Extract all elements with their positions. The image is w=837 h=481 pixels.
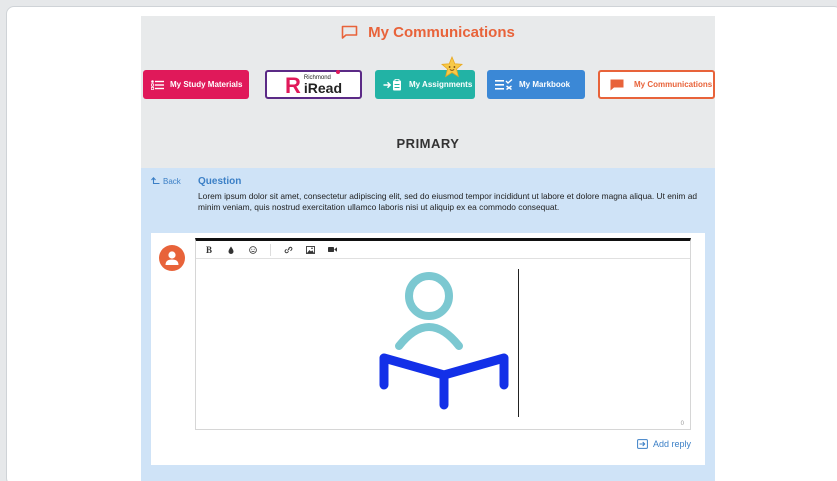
nav-study-materials-button[interactable]: My Study Materials [143,70,249,99]
drop-icon [228,246,234,254]
iread-name: iRead [303,79,342,96]
nav-markbook-label: My Markbook [519,80,571,89]
video-icon [327,247,337,252]
page-title: My Communications [368,23,515,41]
nav-iread-button[interactable]: R Richmond iRead [265,70,362,99]
checklist-icon [495,79,513,90]
link-button[interactable] [283,246,293,254]
editor-content[interactable] [196,259,690,429]
user-icon [165,251,179,265]
iread-logo: R Richmond iRead [284,72,342,98]
question-text: Lorem ipsum dolor sit amet, consectetur … [198,191,698,212]
arrow-clipboard-icon [383,78,403,91]
star-icon [441,56,463,78]
chat-icon [341,25,358,39]
add-reply-button[interactable]: Add reply [637,439,691,449]
avatar [159,245,185,271]
back-link[interactable]: Back [151,177,181,186]
nav-communications-button[interactable]: My Communications [598,70,715,99]
nav-study-label: My Study Materials [170,80,243,89]
main-nav: My Study Materials R Richmond iRead My A… [141,56,715,100]
video-button[interactable] [327,246,337,253]
text-caret [518,269,519,417]
question-panel: Back Question Lorem ipsum dolor sit amet… [141,168,715,481]
character-counter: 0 [680,421,684,427]
reply-card: B 0 Add reply [151,233,705,465]
nav-markbook-button[interactable]: My Markbook [487,70,585,99]
image-icon [305,245,315,254]
add-reply-label: Add reply [652,439,691,449]
editor-toolbar: B [196,241,690,259]
nav-assignments-label: My Assignments [409,80,473,89]
reply-editor[interactable]: B 0 [195,238,691,430]
nav-communications-label: My Communications [634,80,713,89]
reply-icon [637,439,648,449]
image-button[interactable] [305,245,315,254]
chat-icon [610,79,624,91]
back-arrow-icon [151,177,160,185]
page-header: My Communications [141,21,715,43]
color-button[interactable] [226,246,236,254]
back-label: Back [163,177,181,186]
list-icon [151,79,164,90]
section-title: PRIMARY [396,136,460,151]
iread-dot [336,70,340,74]
smiley-icon [249,245,257,254]
question-label: Question [198,176,242,187]
bold-button[interactable]: B [204,245,214,255]
link-icon [284,246,292,253]
app-container: My Communications My Study Materials R R… [141,16,715,481]
emoji-button[interactable] [248,245,258,254]
reader-illustration [379,272,509,410]
